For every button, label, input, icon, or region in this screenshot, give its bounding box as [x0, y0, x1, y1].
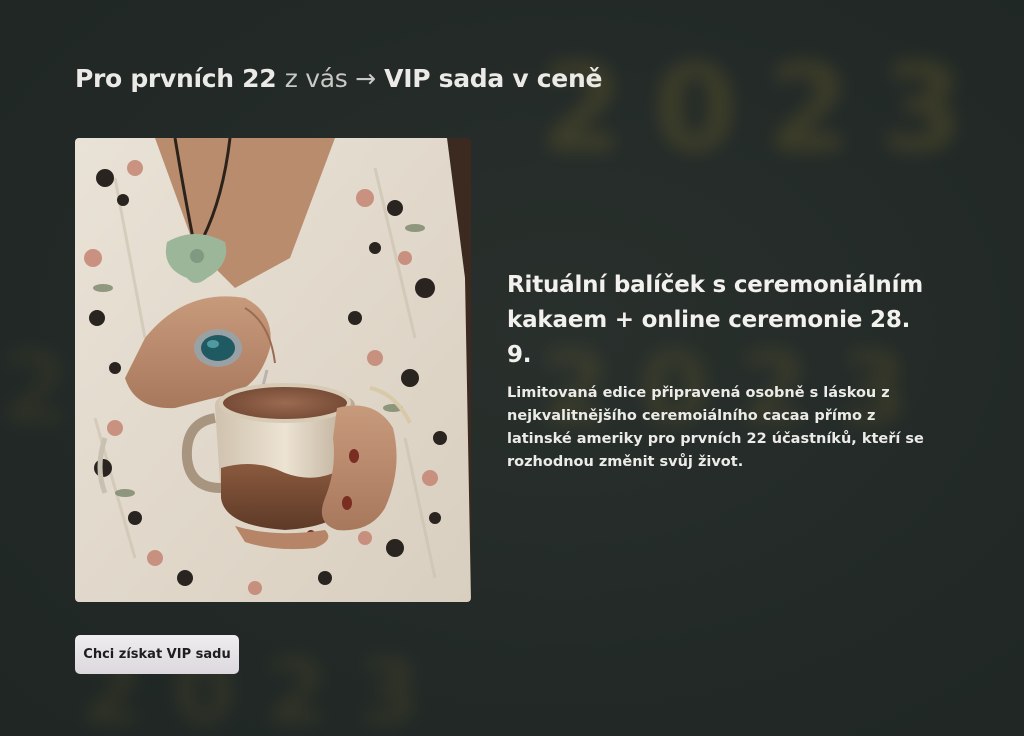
page: 2023 2023 2023 2023 Pro prvních 22 z vás… [0, 0, 1024, 736]
headline-end: VIP sada v ceně [384, 64, 603, 93]
headline-middle: z vás → [284, 64, 376, 93]
offer-title: Rituální balíček s ceremoniálním kakaem … [507, 272, 924, 368]
product-photo [75, 138, 471, 602]
background-year-text: 2023 [540, 40, 994, 179]
headline-start: Pro prvních 22 [75, 64, 277, 93]
get-vip-set-button[interactable]: Chci získat VIP sadu [75, 635, 239, 674]
page-headline: Pro prvních 22 z vás → VIP sada v ceně [75, 64, 602, 93]
offer-description: Limitovaná edice připravená osobně s lás… [507, 385, 924, 470]
